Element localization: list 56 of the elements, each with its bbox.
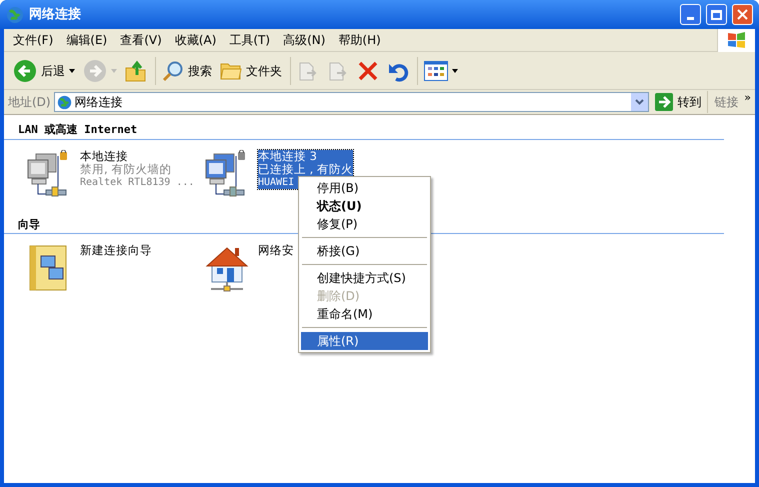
move-to-icon [297,60,319,82]
folder-up-icon [125,60,147,82]
windows-flag-icon [726,31,746,49]
menu-item[interactable]: 帮助(H) [333,31,386,49]
connection-label[interactable]: 本地连接 禁用, 有防火墙的 Realtek RTL8139 ... [80,150,194,188]
connection-status: 禁用, 有防火墙的 [80,162,172,176]
menu-option[interactable]: 创建快捷方式(S) [301,269,428,287]
menu-option[interactable]: 状态(U) [301,197,428,215]
minimize-button[interactable] [680,4,701,25]
maximize-icon [711,10,722,20]
close-icon [737,9,748,20]
address-field[interactable]: 网络连接 [54,92,650,112]
minimize-icon [687,17,694,20]
device-name: HUAWEI [258,176,294,188]
back-button[interactable]: 后退 [10,54,78,86]
connection-status: 已连接上 , 有防火 [258,162,353,176]
menu-option[interactable]: 属性(R) [301,332,428,350]
globe-icon [56,94,72,110]
connection-name[interactable]: 网络安 [258,244,294,257]
caret-icon [452,68,458,72]
menu-item[interactable]: 收藏(A) [170,31,222,49]
menu-option[interactable]: 修复(P) [301,215,428,233]
close-button[interactable] [732,4,753,25]
copy-to-icon [327,60,349,82]
delete-icon [357,60,379,82]
window-title: 网络连接 [29,6,82,24]
device-name: Realtek RTL8139 ... [80,176,194,188]
menu-option[interactable]: 桥接(G) [301,242,428,260]
caret-icon [111,68,117,72]
section-heading: LAN 或高速 Internet [18,123,138,136]
go-button[interactable]: 转到 [652,91,704,113]
views-icon [424,60,448,80]
more-chevron[interactable]: » [744,90,755,106]
menu-item[interactable]: 工具(T) [224,31,276,49]
menu-item[interactable]: 编辑(E) [61,31,112,49]
address-text: 网络连接 [74,94,124,111]
maximize-button[interactable] [706,4,727,25]
globe-icon [6,6,24,24]
folder-icon [220,60,242,80]
menu-item[interactable]: 查看(V) [115,31,167,49]
connection-name: 本地连接 3 [258,150,318,162]
section-heading: 向导 [18,218,40,230]
connection-name: 本地连接 [80,150,129,162]
search-button[interactable]: 搜索 [159,54,215,86]
menu-item[interactable]: 文件(F) [8,31,58,49]
connection-name[interactable]: 新建连接向导 [80,244,152,257]
menu-option[interactable]: 重命名(M) [301,305,428,323]
go-arrow-icon [655,93,674,111]
chevron-down-icon [635,99,644,105]
caret-icon [69,68,75,72]
address-label: 地址(D) [8,94,51,111]
menu-item[interactable]: 高级(N) [278,31,330,49]
links-label[interactable]: 链接 [711,93,742,111]
search-icon [162,60,184,82]
folders-button[interactable]: 文件夹 [217,54,285,86]
dropdown-button[interactable] [631,93,648,111]
